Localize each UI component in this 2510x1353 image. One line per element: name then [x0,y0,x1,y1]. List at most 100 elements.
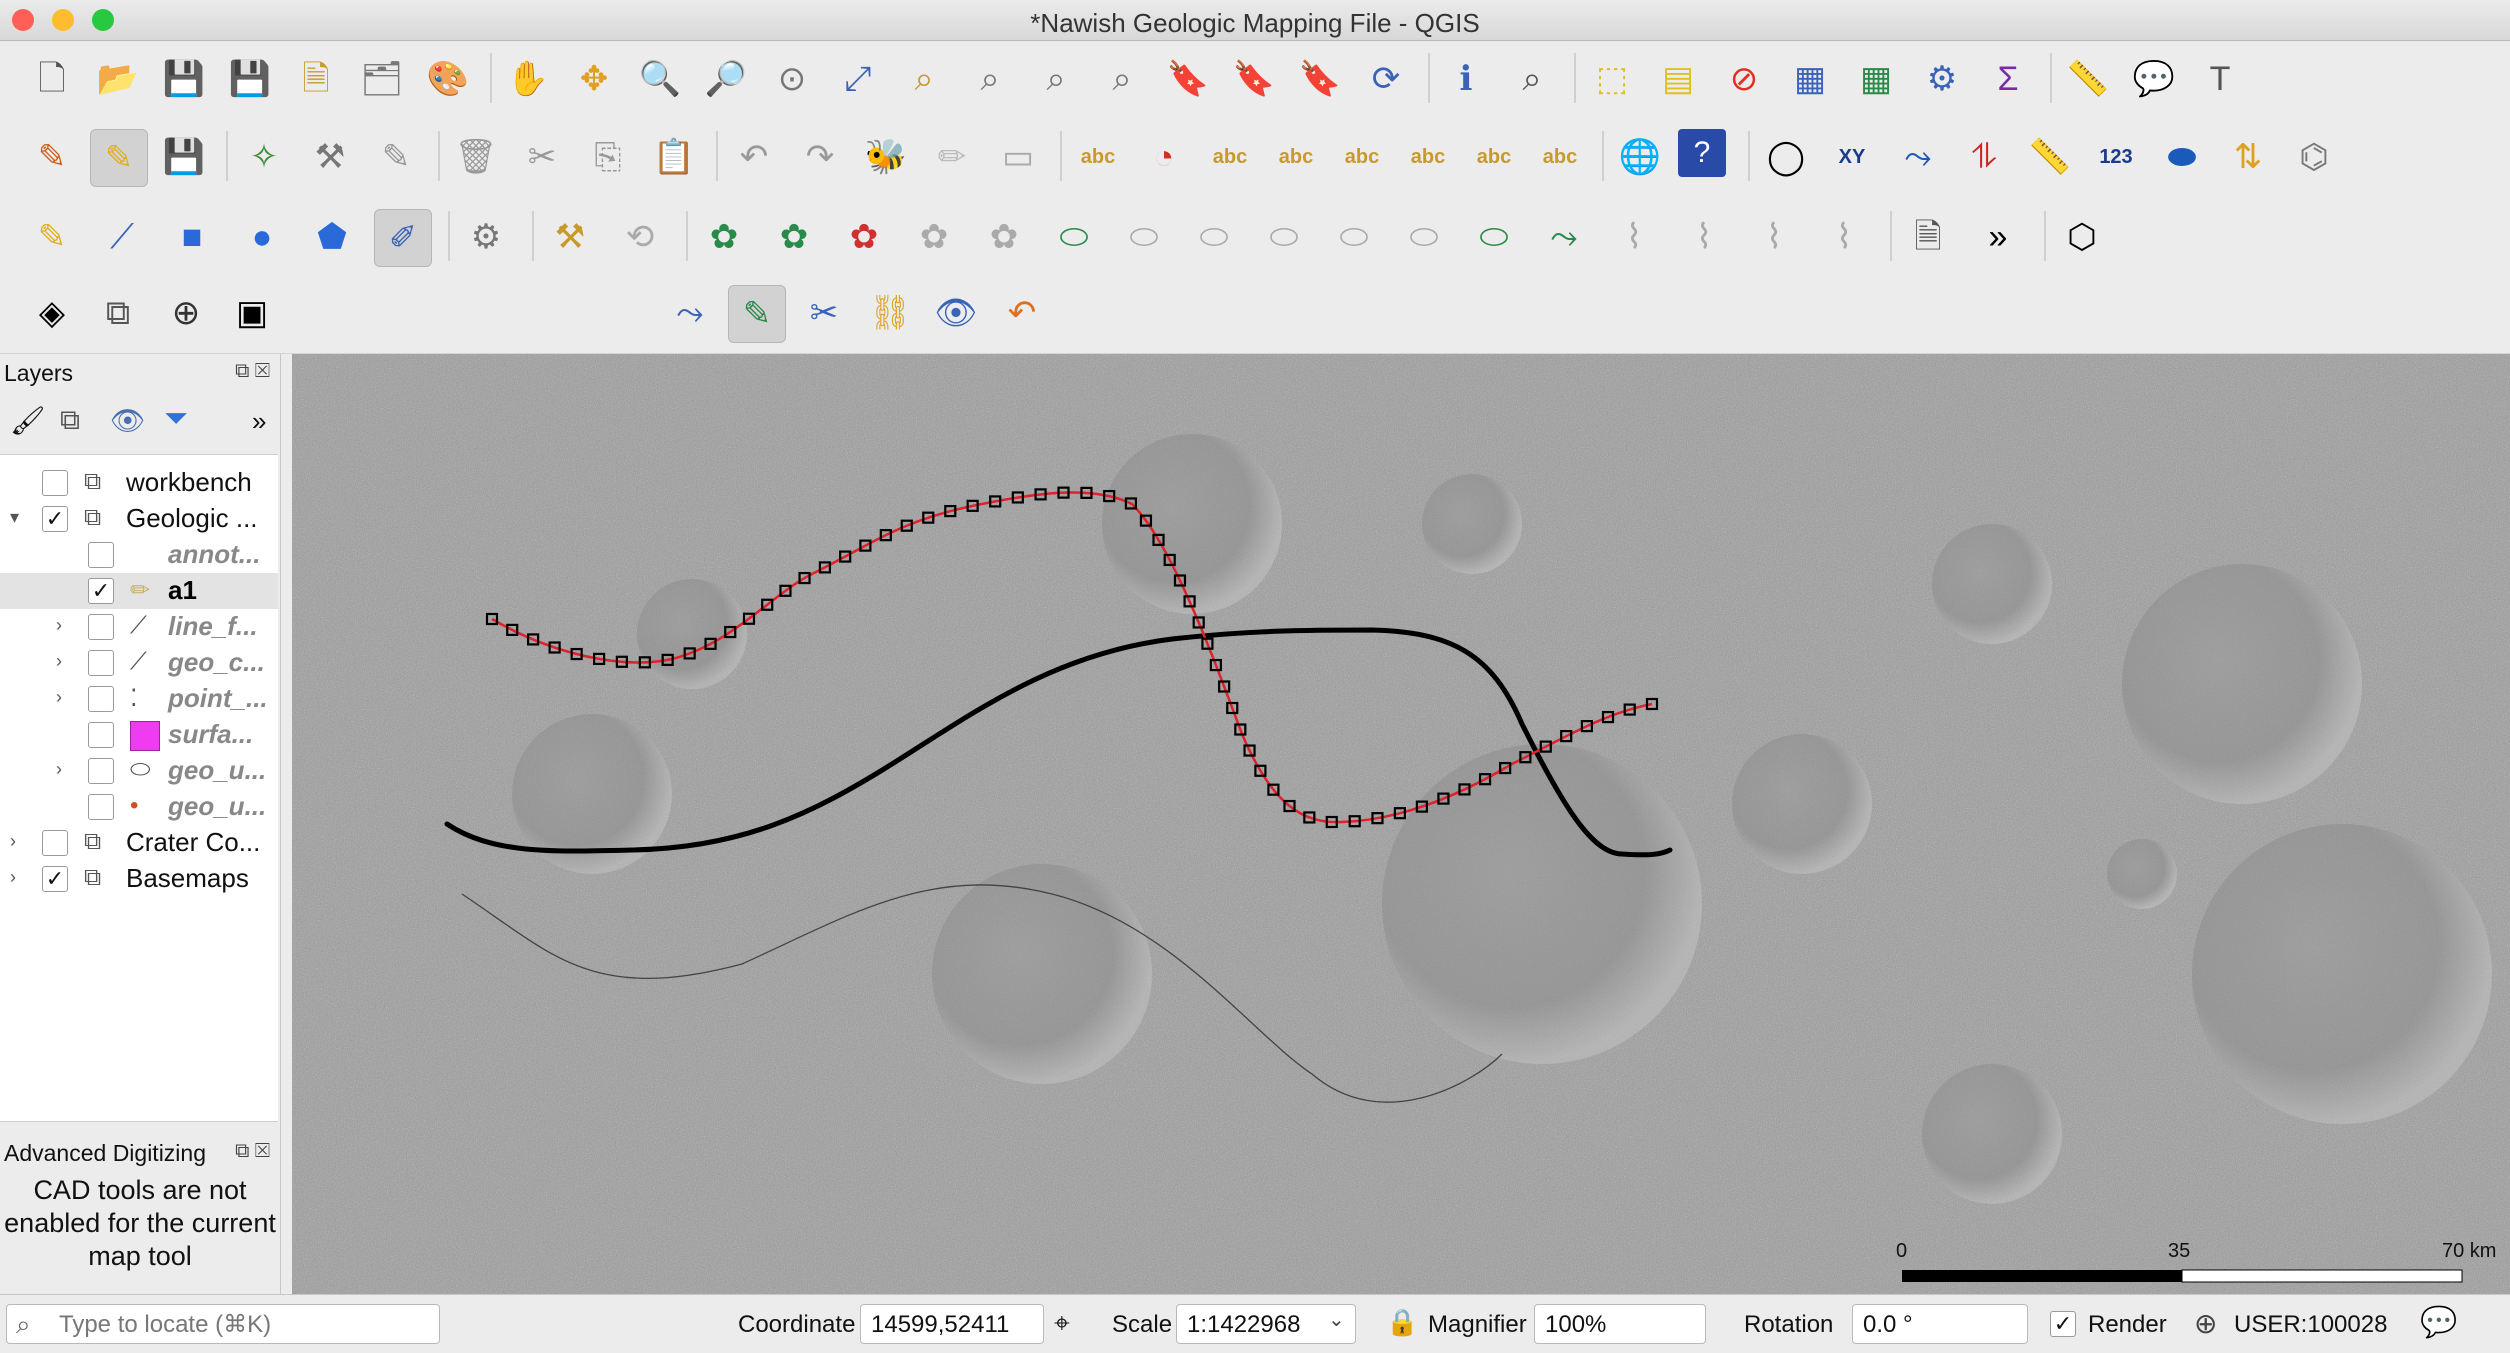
zoom-last-icon[interactable]: ⌕ [1028,51,1084,107]
eraser-icon[interactable]: ▭ [990,129,1046,185]
print-layout-icon[interactable]: 🗎 [1900,209,1956,265]
split-parts-icon[interactable]: ⬭ [1326,209,1382,265]
label-move-icon[interactable]: abc [1400,129,1456,185]
help-icon[interactable]: ? [1678,129,1726,177]
toggle-editing-icon[interactable]: ✎ [90,129,148,187]
chevron-right-icon[interactable]: › [56,687,62,708]
pan-icon[interactable]: ✋ [500,51,556,107]
save-as-icon[interactable]: 💾 [222,51,278,107]
measure-line-icon[interactable]: 📏 [2022,129,2078,185]
cut-icon[interactable]: ✂ [514,129,570,185]
shape-icon[interactable]: ⬬ [2154,129,2210,185]
chevron-right-icon[interactable]: › [10,867,16,888]
chevron-right-icon[interactable]: › [56,615,62,636]
chevron-right-icon[interactable]: › [10,831,16,852]
select-by-value-icon[interactable]: ▤ [1650,51,1706,107]
layer-visibility-checkbox[interactable] [88,758,114,784]
layer-visibility-checkbox[interactable] [88,722,114,748]
identify-icon[interactable]: ℹ [1438,51,1494,107]
add-ring-icon[interactable]: ✿ [696,209,752,265]
layer-item[interactable]: › ⟋ line_f... [0,609,278,645]
layer-item[interactable]: ▾ ✓ ⧉ Geologic ... [0,501,278,537]
zoom-in-icon[interactable]: 🔍 [632,51,688,107]
new-project-icon[interactable]: 🗋 [24,51,80,107]
ring-icon[interactable]: ◯ [1758,129,1814,185]
label-icon[interactable]: abc [1070,129,1126,185]
show-spatial-bookmarks-icon[interactable]: 🔖 [1292,51,1348,107]
create-d-icon[interactable]: ⌇ [1676,209,1732,265]
delete-ring-icon[interactable]: ✿ [906,209,962,265]
number-icon[interactable]: 123 [2088,129,2144,185]
vertex-tool-icon[interactable]: ⚒ [302,129,358,185]
zoom-to-selection-icon[interactable]: ⌕ [896,51,952,107]
offset-curve-icon[interactable]: ⬭ [1116,209,1172,265]
layer-visibility-checkbox[interactable] [88,686,114,712]
reshape-icon[interactable]: ⬭ [1046,209,1102,265]
globe-icon[interactable]: 🌐 [1612,129,1668,185]
style-manager-icon[interactable]: 🎨 [420,51,476,107]
coordinate-toggle-icon[interactable]: ⌖ [1054,1307,1070,1340]
adv-float-close-buttons[interactable]: ⧉ ☒ [235,1140,270,1163]
show-bookmarks-icon[interactable]: 🔖 [1226,51,1282,107]
delete-part-icon[interactable]: ✿ [976,209,1032,265]
layer-visibility-checkbox[interactable]: ✓ [42,506,68,532]
reverse-line-icon[interactable]: ⬭ [1186,209,1242,265]
modify-attributes-icon[interactable]: ✎ [368,129,424,185]
split-features-icon[interactable]: ⬭ [1256,209,1312,265]
fill-ring-icon[interactable]: ✿ [836,209,892,265]
undo-icon[interactable]: ↶ [726,129,782,185]
merge-features-icon[interactable]: ⬭ [1396,209,1452,265]
scissors-icon[interactable]: ✂ [796,285,852,341]
add-icon[interactable]: ⊕ [158,285,214,341]
map-canvas[interactable]: 0 35 70 km [292,354,2510,1294]
paste-icon[interactable]: 📋 [646,129,702,185]
active-digitize-icon[interactable]: ✎ [728,285,786,343]
refresh-icon[interactable]: ⟳ [1358,51,1414,107]
zoom-native-icon[interactable]: ⊙ [764,51,820,107]
lock-icon[interactable]: 🔒 [1386,1307,1418,1338]
rotate-point-icon[interactable]: ⤳ [1536,209,1592,265]
crs-globe-icon[interactable]: ⊕ [2194,1307,2217,1340]
zoom-next-icon[interactable]: ⌕ [1094,51,1150,107]
layer-item[interactable]: ✓ ✏ a1 [0,573,278,609]
digitize-shape-icon[interactable]: 🐝 [858,129,914,185]
network-icon[interactable]: ⌬ [2286,129,2342,185]
node-edit-icon[interactable]: ⤳ [662,285,718,341]
more-tools-icon[interactable]: » [252,406,266,437]
layer-visibility-checkbox[interactable] [42,470,68,496]
label-pin-icon[interactable]: abc [1202,129,1258,185]
label-change-icon[interactable]: abc [1532,129,1588,185]
layer-visibility-checkbox[interactable]: ✓ [42,866,68,892]
freehand-icon[interactable]: ✐ [374,209,432,267]
visibility-icon[interactable]: 👁 [928,285,984,341]
label-show-icon[interactable]: abc [1334,129,1390,185]
chevron-right-icon[interactable]: › [56,651,62,672]
label-highlight-icon[interactable]: abc [1268,129,1324,185]
create-f-icon[interactable]: ⌇ [1746,209,1802,265]
layer-item[interactable]: › ⟋ geo_c... [0,645,278,681]
annotation-icon[interactable]: 💬 [2126,51,2182,107]
zoom-full-icon[interactable]: ⤢ [830,51,886,107]
layer-styling-icon[interactable]: 🖌 [10,404,46,437]
layer-visibility-checkbox[interactable]: ✓ [88,578,114,604]
chevron-right-icon[interactable]: › [56,759,62,780]
rotate-icon[interactable]: ⟲ [612,209,668,265]
magnifier-field[interactable]: 100% [1534,1304,1706,1344]
save-project-icon[interactable]: 💾 [156,51,212,107]
link-icon[interactable]: ⛓ [862,285,918,341]
select-features-icon[interactable]: ⬚ [1584,51,1640,107]
snap-icon[interactable]: ⤳ [1890,129,1946,185]
layer-item[interactable]: • geo_u... [0,789,278,825]
layer-item[interactable]: › ⧉ Crater Co... [0,825,278,861]
open-project-icon[interactable]: 📂 [90,51,146,107]
digitize-curve-icon[interactable]: ✎ [24,209,80,265]
settings-icon[interactable]: ⚙ [458,209,514,265]
zoom-to-layer-icon[interactable]: ⌕ [962,51,1018,107]
hammer-icon[interactable]: ⚒ [542,209,598,265]
current-edits-icon[interactable]: ✎ [24,129,80,185]
layer-visibility-checkbox[interactable] [88,794,114,820]
chevron-down-icon[interactable]: ▾ [10,507,19,528]
digitize-icon[interactable]: ✧ [236,129,292,185]
render-checkbox[interactable]: ✓ [2050,1311,2076,1337]
layer-item[interactable]: surfa... [0,717,278,753]
